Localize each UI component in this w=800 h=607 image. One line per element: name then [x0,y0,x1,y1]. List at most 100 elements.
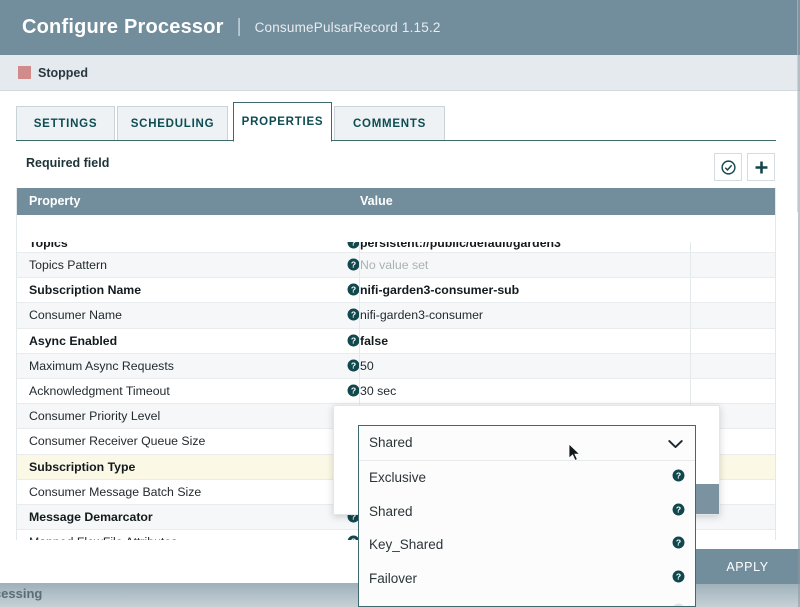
svg-text:?: ? [351,385,356,395]
svg-text:?: ? [676,538,681,548]
svg-text:?: ? [676,571,681,581]
table-row[interactable]: Acknowledgment Timeout? 30 sec [17,379,776,404]
dropdown-option[interactable]: Exclusive? [359,461,695,495]
required-field-label: Required field [26,156,109,170]
mouse-cursor [568,443,581,467]
dropdown-selected-row[interactable]: Shared [359,426,695,461]
apply-button[interactable]: APPLY [695,549,800,584]
property-value[interactable]: nifi-garden3-consumer-sub [360,283,519,297]
tab-comments-label: COMMENTS [353,118,426,130]
tab-underline [16,140,776,141]
column-divider [359,278,360,302]
property-value[interactable]: persistent://public/default/garden3 [360,242,561,250]
check-circle-icon [720,159,737,176]
column-divider [690,278,691,302]
column-divider [359,253,360,277]
svg-text:?: ? [351,259,356,269]
chevron-down-icon [668,437,683,455]
property-value[interactable]: 50 [360,359,374,373]
help-icon[interactable]: ? [672,603,685,607]
svg-text:?: ? [351,360,356,370]
property-name: Acknowledgment Timeout [29,384,170,398]
subscription-type-dropdown[interactable]: Shared Exclusive?Shared?Key_Shared?Failo… [358,425,696,607]
column-divider [690,303,691,327]
help-icon[interactable]: ? [672,570,685,588]
status-label: Stopped [38,66,88,80]
dropdown-option-label: Exclusive [369,470,426,485]
table-row[interactable]: Subscription Name? nifi-garden3-consumer-… [17,278,776,303]
property-name: Subscription Type [29,460,135,474]
dropdown-option[interactable]: Key_Shared? [359,528,695,562]
property-name: Consumer Message Batch Size [29,485,201,499]
property-value[interactable]: nifi-garden3-consumer [360,308,483,322]
svg-text:?: ? [351,335,356,345]
help-icon[interactable]: ? [672,469,685,487]
property-value[interactable]: false [360,334,388,348]
svg-text:?: ? [676,470,681,480]
verify-properties-button[interactable] [714,153,742,181]
property-name: Consumer Priority Level [29,409,160,423]
table-row[interactable]: Topics? persistent://public/default/garde… [17,242,776,253]
plus-icon [753,159,770,176]
column-divider [690,242,691,252]
dropdown-option-label: Key_Shared [369,537,443,552]
svg-text:?: ? [351,536,356,540]
svg-text:?: ? [351,285,356,295]
property-name: Maximum Async Requests [29,359,174,373]
configure-processor-dialog: Configure Processor | ConsumePulsarRecor… [0,0,800,607]
tab-comments[interactable]: COMMENTS [334,106,445,141]
tab-properties-label: PROPERTIES [242,116,324,128]
dialog-title: Configure Processor [0,16,224,39]
column-divider [690,379,691,403]
tab-properties[interactable]: PROPERTIES [233,102,332,142]
dropdown-option-label: Failover [369,571,417,586]
property-name: Topics Pattern [29,258,107,272]
dropdown-option[interactable]: Shared? [359,495,695,529]
dropdown-option[interactable]: Failover? [359,562,695,596]
table-row[interactable]: Async Enabled? false [17,329,776,354]
dropdown-selected-value: Shared [369,435,413,450]
column-divider [690,253,691,277]
column-divider [359,303,360,327]
dropdown-option[interactable]: Exclusive? [359,595,695,607]
dialog-title-bar: Configure Processor | ConsumePulsarRecor… [0,0,800,55]
apply-button-label: APPLY [726,560,768,574]
property-value[interactable]: 30 sec [360,384,396,398]
column-divider [359,379,360,403]
tab-scheduling-label: SCHEDULING [131,118,215,130]
tab-settings-label: SETTINGS [34,118,98,130]
property-name: Consumer Name [29,308,122,322]
stopped-status-icon [18,66,31,79]
table-row[interactable]: Maximum Async Requests? 50 [17,354,776,379]
property-name: Mapped FlowFile Attributes [29,535,177,540]
table-header-row: Property Value [17,188,776,215]
processor-name-version: ConsumePulsarRecord 1.15.2 [255,20,441,35]
page-status-text: ocessing [0,586,42,601]
tab-strip: SETTINGS SCHEDULING PROPERTIES COMMENTS [0,102,800,141]
dropdown-option-label: Shared [369,504,413,519]
column-divider [690,329,691,353]
table-row[interactable]: Topics Pattern? No value set [17,253,776,278]
help-icon[interactable]: ? [672,536,685,554]
tab-settings[interactable]: SETTINGS [16,106,115,141]
property-value[interactable]: No value set [360,258,428,272]
help-icon[interactable]: ? [672,503,685,521]
property-name: Consumer Receiver Queue Size [29,434,205,448]
title-separator: | [237,16,242,38]
property-name: Message Demarcator [29,510,153,524]
processor-status-bar: Stopped [0,55,800,91]
properties-toolbar: Required field [0,142,800,188]
svg-text:?: ? [676,504,681,514]
add-property-button[interactable] [747,153,775,181]
svg-text:?: ? [351,310,356,320]
property-name: Async Enabled [29,334,117,348]
tab-scheduling[interactable]: SCHEDULING [117,106,228,141]
table-row[interactable]: Consumer Name? nifi-garden3-consumer [17,303,776,328]
column-divider [359,354,360,378]
column-divider [359,242,360,252]
column-divider [690,354,691,378]
property-name: Topics [29,242,68,250]
property-name: Subscription Name [29,283,141,297]
svg-text:?: ? [351,242,356,247]
column-header-value: Value [360,194,393,208]
